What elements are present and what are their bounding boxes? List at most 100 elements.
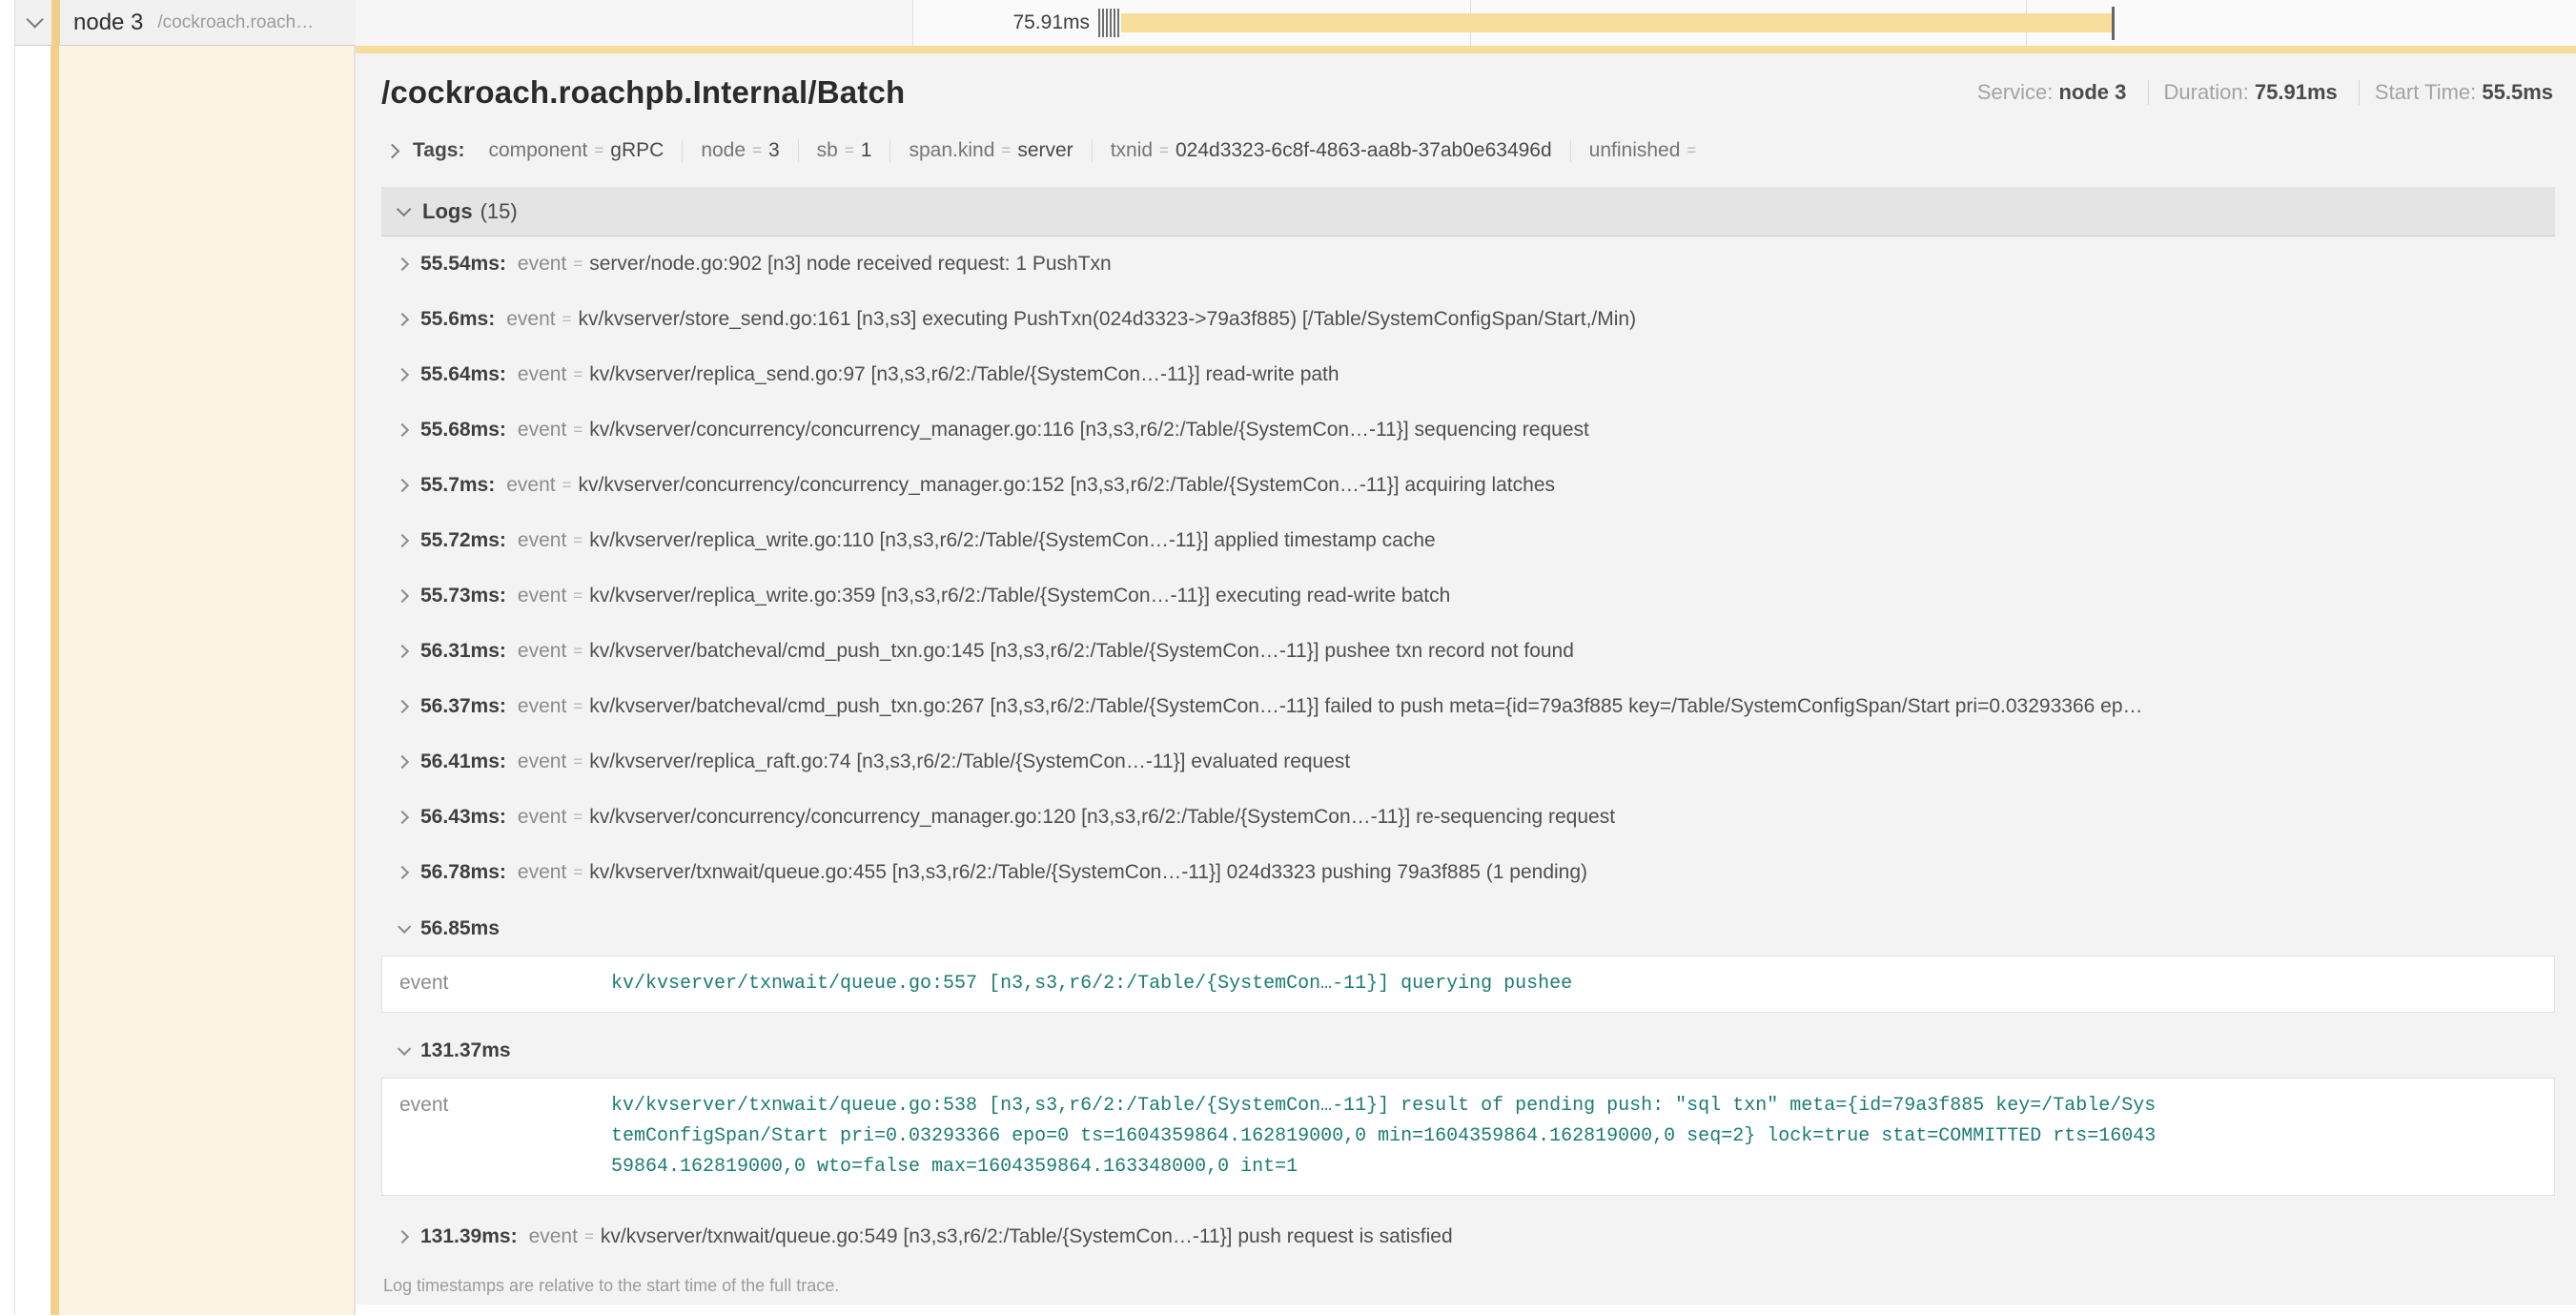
tags-accordion-header[interactable]: Tags: component = gRPC node = 3 sb = 1 s… (381, 126, 2555, 175)
log-row[interactable]: 56.78ms: event = kv/kvserver/txnwait/que… (381, 845, 2555, 900)
span-operation-title: /cockroach.roachpb.Internal/Batch (381, 74, 905, 111)
tag-item[interactable]: unfinished = (1570, 139, 1722, 162)
chevron-down-icon[interactable] (397, 202, 412, 217)
span-name-column-highlight[interactable] (59, 46, 354, 1315)
tag-item[interactable]: txnid = 024d3323-6c8f-4863-aa8b-37ab0e63… (1092, 139, 1570, 162)
meta-service-label: Service: (1977, 80, 2053, 104)
left-rail (0, 46, 15, 1315)
equals-sign: = (573, 255, 583, 274)
span-operation-name[interactable]: /cockroach.roach… (157, 12, 314, 33)
chevron-right-icon[interactable] (396, 1230, 409, 1244)
log-field-value: kv/kvserver/batcheval/cmd_push_txn.go:14… (589, 640, 1574, 663)
log-timestamp: 55.68ms: (420, 419, 506, 442)
meta-service-value: node 3 (2058, 80, 2126, 104)
equals-sign: = (1001, 141, 1011, 160)
tag-key: component (488, 139, 587, 162)
log-timestamp: 56.37ms: (420, 695, 506, 718)
log-field-value: kv/kvserver/replica_write.go:110 [n3,s3,… (589, 529, 1436, 552)
logs-count: (15) (480, 199, 518, 224)
log-row[interactable]: 55.64ms: event = kv/kvserver/replica_sen… (381, 347, 2555, 402)
log-timestamp: 56.31ms: (420, 640, 506, 663)
log-timestamp: 56.43ms: (420, 806, 506, 829)
meta-start-label: Start Time: (2375, 80, 2476, 104)
meta-start-value: 55.5ms (2482, 80, 2553, 104)
log-row[interactable]: 56.41ms: event = kv/kvserver/replica_raf… (381, 734, 2555, 790)
tag-value: 024d3323-6c8f-4863-aa8b-37ab0e63496d (1176, 139, 1552, 162)
logs-accordion-header[interactable]: Logs (15) (381, 187, 2555, 236)
chevron-right-icon[interactable] (396, 313, 409, 326)
log-field-key: event (518, 419, 566, 442)
logs-section: Logs (15) 55.54ms: event = server/node.g… (381, 187, 2555, 1305)
chevron-right-icon[interactable] (396, 755, 409, 769)
tag-key: node (701, 139, 746, 162)
chevron-down-icon[interactable] (26, 10, 43, 28)
log-row[interactable]: 55.7ms: event = kv/kvserver/concurrency/… (381, 458, 2555, 513)
log-row[interactable]: 131.39ms: event = kv/kvserver/txnwait/qu… (381, 1209, 2555, 1265)
log-field-key: event (518, 640, 566, 663)
log-field-value: kv/kvserver/concurrency/concurrency_mana… (579, 474, 1555, 497)
chevron-right-icon[interactable] (396, 423, 409, 437)
log-row[interactable]: 55.6ms: event = kv/kvserver/store_send.g… (381, 292, 2555, 347)
span-color-bar (51, 0, 60, 46)
log-fields-table: event kv/kvserver/txnwait/queue.go:538 [… (381, 1078, 2555, 1196)
span-bar[interactable] (1121, 13, 2114, 32)
chevron-right-icon[interactable] (396, 700, 409, 713)
log-field-value: kv/kvserver/store_send.go:161 [n3,s3] ex… (579, 308, 1637, 331)
log-row[interactable]: 56.31ms: event = kv/kvserver/batcheval/c… (381, 624, 2555, 679)
log-field-key: event (518, 806, 566, 829)
chevron-right-icon[interactable] (396, 811, 409, 824)
log-entry-expanded: 131.37ms event kv/kvserver/txnwait/queue… (381, 1026, 2555, 1196)
timeline-ruler: 75.91ms (912, 0, 2576, 46)
equals-sign: = (594, 141, 603, 160)
log-timestamp: 55.64ms: (420, 363, 506, 386)
chevron-right-icon[interactable] (385, 143, 400, 158)
span-service-name[interactable]: node 3 (73, 10, 143, 36)
meta-duration-value: 75.91ms (2255, 80, 2338, 104)
chevron-right-icon[interactable] (396, 257, 409, 271)
equals-sign: = (573, 642, 583, 661)
chevron-right-icon[interactable] (396, 479, 409, 492)
field-key: event (399, 969, 611, 999)
log-field-value: kv/kvserver/concurrency/concurrency_mana… (589, 419, 1589, 442)
span-row[interactable]: node 3 /cockroach.roach… 75.91ms (0, 0, 2576, 46)
detail-accent-border (356, 46, 2576, 53)
tag-item[interactable]: node = 3 (682, 139, 797, 162)
chevron-right-icon[interactable] (396, 534, 409, 547)
tag-item[interactable]: component = gRPC (470, 139, 682, 162)
tag-value: 3 (768, 139, 780, 162)
log-field-value: kv/kvserver/replica_send.go:97 [n3,s3,r6… (589, 363, 1339, 386)
equals-sign: = (573, 365, 583, 384)
log-row[interactable]: 56.37ms: event = kv/kvserver/batcheval/c… (381, 679, 2555, 734)
log-row[interactable]: 55.68ms: event = kv/kvserver/concurrency… (381, 402, 2555, 458)
log-row-expanded-header[interactable]: 131.37ms (381, 1026, 2555, 1076)
chevron-right-icon[interactable] (396, 589, 409, 603)
chevron-right-icon[interactable] (396, 645, 409, 658)
log-timestamp: 55.7ms: (420, 474, 495, 497)
span-end-log-tick (2112, 7, 2115, 40)
log-field-row: event kv/kvserver/txnwait/queue.go:557 [… (399, 969, 2537, 999)
name-column-spacer (356, 0, 912, 46)
meta-duration: Duration: 75.91ms (2148, 80, 2353, 105)
log-row[interactable]: 56.43ms: event = kv/kvserver/concurrency… (381, 790, 2555, 845)
log-field-value: server/node.go:902 [n3] node received re… (589, 253, 1112, 276)
chevron-right-icon[interactable] (396, 368, 409, 381)
chevron-down-icon[interactable] (398, 920, 411, 934)
chevron-right-icon[interactable] (396, 866, 409, 879)
log-field-key: event (518, 695, 566, 718)
log-row[interactable]: 55.72ms: event = kv/kvserver/replica_wri… (381, 513, 2555, 568)
tag-item[interactable]: sb = 1 (798, 139, 890, 162)
log-fields-table: event kv/kvserver/txnwait/queue.go:557 [… (381, 956, 2555, 1013)
tag-item[interactable]: span.kind = server (889, 139, 1091, 162)
log-timestamp: 55.54ms: (420, 253, 506, 276)
log-row-expanded-header[interactable]: 56.85ms (381, 904, 2555, 954)
log-timestamp: 131.39ms: (420, 1225, 518, 1248)
equals-sign: = (573, 697, 583, 716)
log-row[interactable]: 55.54ms: event = server/node.go:902 [n3]… (381, 236, 2555, 292)
log-row[interactable]: 55.73ms: event = kv/kvserver/replica_wri… (381, 568, 2555, 624)
chevron-down-icon[interactable] (398, 1042, 411, 1056)
log-timestamp: 55.72ms: (420, 529, 506, 552)
equals-sign: = (573, 421, 583, 440)
span-color-bar-column (51, 46, 59, 1315)
log-field-value: kv/kvserver/txnwait/queue.go:549 [n3,s3,… (601, 1225, 1453, 1248)
log-timestamp: 55.73ms: (420, 585, 506, 607)
